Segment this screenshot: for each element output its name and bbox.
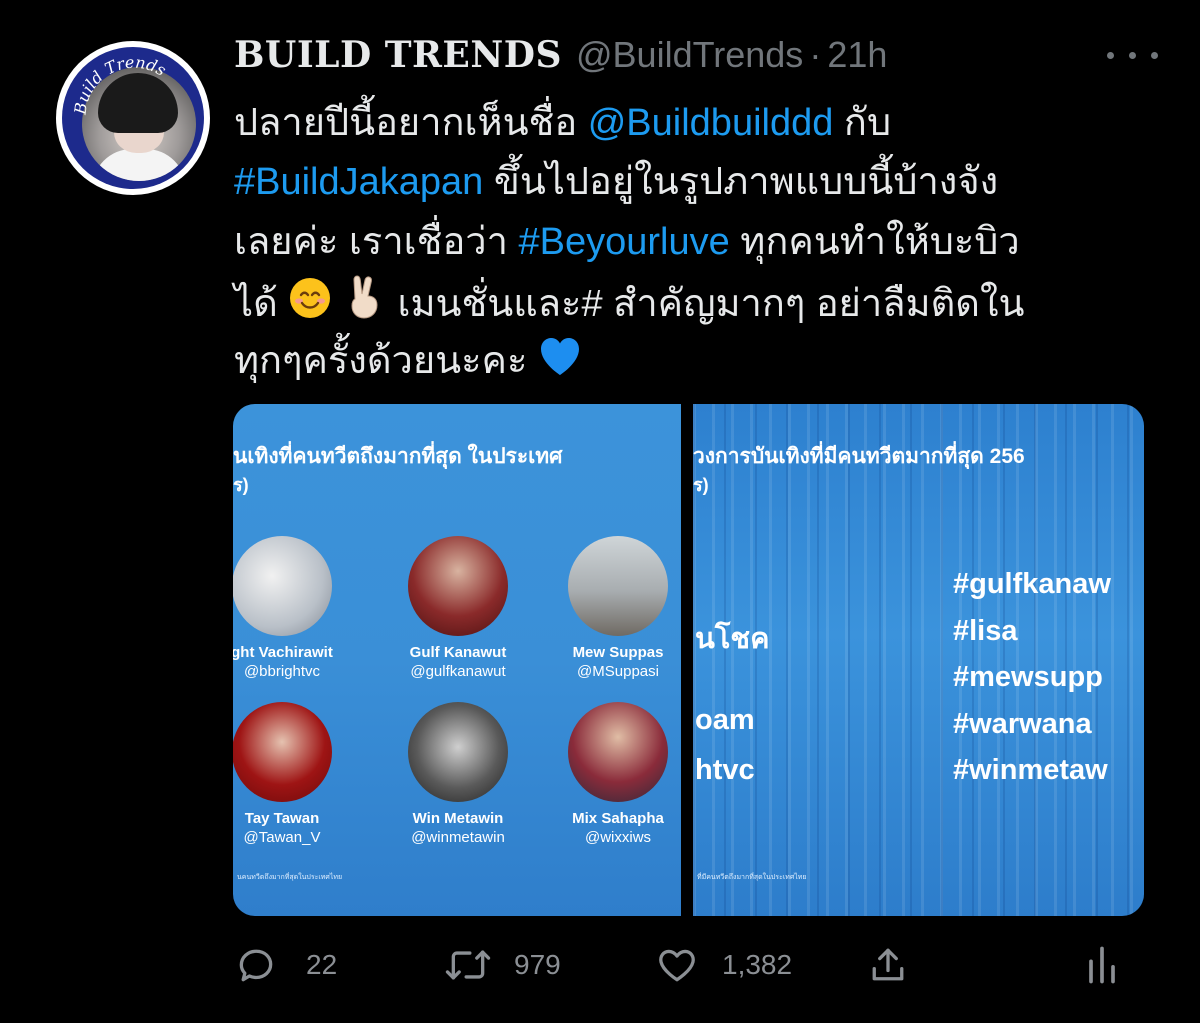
person-card: Tay Tawan @Tawan_V	[233, 702, 357, 846]
display-name[interactable]: BUILD TRENDS	[234, 34, 562, 76]
tweet-text-segment	[332, 283, 343, 325]
person-photo	[408, 536, 508, 636]
hashtag-item: #lisa	[953, 615, 1018, 647]
like-button[interactable]: 1,382	[654, 940, 792, 990]
media-left-heading: นเทิงที่คนทวีตถึงมากที่สุด ในประเทศ	[233, 445, 563, 468]
person-name: Mix Sahapha	[572, 810, 664, 827]
person-handle: @winmetawin	[411, 829, 505, 846]
retweet-icon	[444, 943, 492, 987]
media-right-heading: วงการบันเทิงที่มีคนทวีตมากที่สุด 256	[693, 445, 1025, 468]
tweet-text-segment: ปลายปีนี้อยากเห็นชื่อ	[234, 102, 588, 144]
person-photo	[233, 536, 332, 636]
retweet-button[interactable]: 979	[444, 940, 561, 990]
person-card: Win Metawin @winmetawin	[383, 702, 533, 846]
hashtag-link[interactable]: #BuildJakapan	[234, 161, 483, 203]
hashtag-item: #gulfkanaw	[953, 568, 1111, 600]
media-right-footnote: ที่มีคนทวีตถึงมากที่สุดในประเทศไทย	[697, 874, 807, 881]
rank-item-left: oam	[695, 704, 755, 736]
person-card: Mix Sahapha @wixxiws	[543, 702, 681, 846]
user-handle[interactable]: @BuildTrends	[576, 34, 803, 76]
tweet-header: BUILD TRENDS @BuildTrends · 21h	[234, 34, 887, 80]
hashtag-item: #mewsupp	[953, 661, 1103, 693]
tweet-text-line: ทุกๆครั้งด้วยนะคะ	[234, 332, 1164, 391]
like-count: 1,382	[722, 949, 793, 980]
person-handle: @Tawan_V	[243, 829, 321, 846]
hashtag-link[interactable]: #Beyourluve	[519, 221, 730, 263]
person-handle: @bbrightvc	[243, 663, 321, 680]
tweet-text-segment: ได้	[234, 283, 289, 326]
person-handle: @MSuppasi	[577, 663, 659, 680]
retweet-count: 979	[514, 949, 561, 980]
svg-text:Build Trends: Build Trends	[70, 53, 169, 117]
person-name: Mew Suppas	[572, 644, 664, 661]
tweet-text-line: #BuildJakapan ขึ้นไปอยู่ในรูปภาพแบบนี้บ้…	[234, 153, 1164, 212]
rank-item-left: นโชค	[695, 623, 770, 655]
tweet-text-line: เลยค่ะ เราเชื่อว่า #Beyourluve ทุกคนทำให…	[234, 213, 1164, 272]
tweet-text-segment: เมนชั่นและ# สำคัญมากๆ อย่าลืมติดใน	[386, 283, 1025, 326]
analytics-icon	[1084, 943, 1120, 987]
tweet-text-line: ได้ เมนชั่นและ# สำคัญมากๆ อย่าลืมติดใน	[234, 272, 1164, 331]
avatar-logo-text: Build Trends	[70, 53, 169, 117]
analytics-button[interactable]	[1084, 940, 1120, 990]
media-left-subheading: ร)	[233, 475, 249, 495]
tweet-media[interactable]: นเทิงที่คนทวีตถึงมากที่สุด ในประเทศ ร) g…	[233, 404, 1144, 916]
avatar[interactable]: Build Trends	[56, 41, 210, 195]
tweet-text: ปลายปีนี้อยากเห็นชื่อ @Buildbuilddd กับ #…	[234, 94, 1164, 391]
tweet-text-segment: ทุกคนทำให้บะบิว	[729, 220, 1020, 263]
person-card: Gulf Kanawut @gulfkanawut	[383, 536, 533, 680]
victory-emoji-icon	[343, 272, 387, 338]
person-photo	[568, 702, 668, 802]
reply-count: 22	[306, 949, 338, 980]
tweet-text-line: ปลายปีนี้อยากเห็นชื่อ @Buildbuilddd กับ	[234, 94, 1164, 153]
hashtag-item: #winmetaw	[953, 754, 1108, 786]
media-right-subheading: ร)	[693, 475, 709, 495]
tweet-text-segment: ขึ้นไปอยู่ในรูปภาพแบบนี้บ้างจัง	[483, 161, 999, 204]
person-name: Gulf Kanawut	[409, 644, 507, 661]
person-name: Tay Tawan	[244, 810, 320, 827]
share-button[interactable]	[866, 940, 910, 990]
hashtag-item: #warwana	[953, 708, 1092, 740]
tweet-text-segment: กับ	[833, 102, 892, 144]
rank-item-left: htvc	[695, 754, 755, 786]
more-options-icon[interactable]	[1105, 40, 1165, 70]
person-card: ght Vachirawit @bbrightvc	[233, 536, 357, 680]
share-icon	[866, 943, 910, 987]
tweet-text-segment: ทุกๆครั้งด้วยนะคะ	[234, 339, 538, 382]
media-image-right[interactable]: วงการบันเทิงที่มีคนทวีตมากที่สุด 256 ร) …	[693, 404, 1144, 916]
media-left-footnote: นคนทวีตถึงมากที่สุดในประเทศไทย	[237, 874, 343, 881]
reply-icon	[234, 943, 278, 987]
person-handle: @wixxiws	[584, 829, 652, 846]
person-photo	[408, 702, 508, 802]
smile-emoji-icon	[288, 276, 332, 338]
tweet-text-segment: เลยค่ะ เราเชื่อว่า	[234, 220, 519, 263]
person-photo	[233, 702, 332, 802]
reply-button[interactable]: 22	[234, 940, 337, 990]
media-divider	[681, 404, 693, 916]
tweet-time[interactable]: 21h	[827, 34, 887, 76]
meta-separator: ·	[809, 34, 822, 75]
media-image-left[interactable]: นเทิงที่คนทวีตถึงมากที่สุด ในประเทศ ร) g…	[233, 404, 681, 916]
person-card: Mew Suppas @MSuppasi	[543, 536, 681, 680]
person-handle: @gulfkanawut	[410, 663, 506, 680]
heart-icon	[654, 943, 700, 987]
person-photo	[568, 536, 668, 636]
heart-emoji-icon	[538, 335, 582, 395]
mention-link[interactable]: @Buildbuilddd	[588, 102, 834, 144]
person-name: Win Metawin	[412, 810, 504, 827]
tweet-actions: 22 979 1,382	[234, 940, 1164, 990]
person-name: ght Vachirawit	[233, 644, 333, 661]
